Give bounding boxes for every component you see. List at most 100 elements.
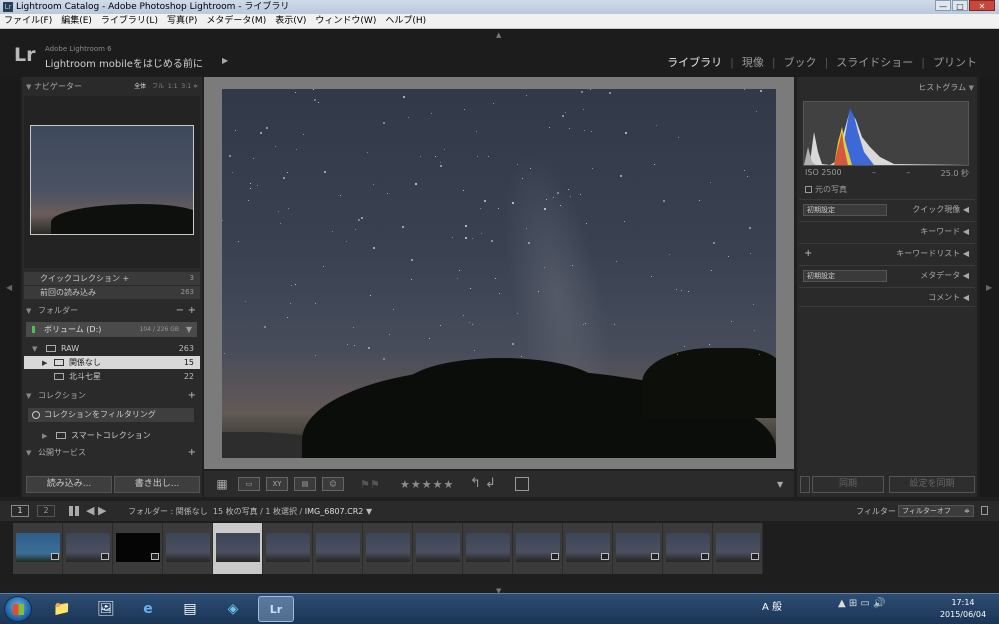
export-button[interactable]: 書き出し... xyxy=(114,476,200,493)
grid-icon[interactable] xyxy=(69,506,79,516)
folder-row-selected[interactable]: ▶ 関係なし 15 xyxy=(24,356,200,369)
rotate-icons[interactable]: ↰ ↲ xyxy=(470,476,496,491)
module-slideshow[interactable]: スライドショー xyxy=(836,54,913,70)
zoom-fill[interactable]: フル xyxy=(152,83,164,90)
menu-help[interactable]: ヘルプ(H) xyxy=(385,14,426,28)
sync-settings-button[interactable]: 設定を同期 xyxy=(889,476,975,493)
folder-row-raw[interactable]: ▼ RAW 263 xyxy=(24,342,200,355)
system-clock[interactable]: 17:14 2015/06/04 xyxy=(932,597,994,621)
zoom-1-1[interactable]: 1:1 xyxy=(168,83,178,90)
toolbar-options-dropdown-icon[interactable]: ▼ xyxy=(777,480,783,489)
menu-metadata[interactable]: メタデータ(M) xyxy=(206,14,266,28)
filmstrip-thumbnail[interactable] xyxy=(513,523,563,574)
filmstrip-thumbnail[interactable] xyxy=(63,523,113,574)
right-panel-edge[interactable]: ▶ xyxy=(980,77,999,497)
right-panel-toggle-icon[interactable]: ▶ xyxy=(986,283,992,292)
filmstrip-thumbnail[interactable] xyxy=(463,523,513,574)
quick-develop-preset-select[interactable]: 初期設定 xyxy=(803,204,887,216)
add-keyword-button[interactable]: + xyxy=(804,244,812,264)
histogram-header[interactable]: ヒストグラム ▼ xyxy=(800,82,974,93)
survey-view-icon[interactable]: ▤ xyxy=(294,477,316,491)
menu-window[interactable]: ウィンドウ(W) xyxy=(315,14,376,28)
filmstrip-thumbnail[interactable] xyxy=(563,523,613,574)
maximize-button[interactable]: □ xyxy=(952,0,968,11)
menu-photo[interactable]: 写真(P) xyxy=(167,14,197,28)
lightroom-icon[interactable]: Lr xyxy=(258,596,294,622)
left-panel-edge[interactable]: ◀ xyxy=(0,77,20,497)
filmstrip-thumbnail[interactable] xyxy=(213,523,263,574)
auto-sync-switch[interactable] xyxy=(800,476,810,493)
add-publish-service-button[interactable]: + xyxy=(188,446,196,460)
filmstrip-thumbnail[interactable] xyxy=(263,523,313,574)
zoom-fit[interactable]: 全体 xyxy=(134,83,146,90)
close-button[interactable]: ✕ xyxy=(969,0,995,11)
filmstrip-thumbnail[interactable] xyxy=(663,523,713,574)
original-photo-checkbox[interactable] xyxy=(805,186,812,193)
module-print[interactable]: プリント xyxy=(933,54,977,70)
nav-icon[interactable]: ◈ xyxy=(215,596,251,622)
minimize-button[interactable]: — xyxy=(935,0,951,11)
filmstrip-thumbnail[interactable] xyxy=(363,523,413,574)
crop-overlay-icon[interactable] xyxy=(515,477,529,491)
menu-file[interactable]: ファイル(F) xyxy=(4,14,52,28)
metadata-preset-select[interactable]: 初期設定 xyxy=(803,270,887,282)
module-library[interactable]: ライブラリ xyxy=(667,54,722,70)
compare-view-icon[interactable]: XY xyxy=(266,477,288,491)
filmstrip-thumbnail[interactable] xyxy=(613,523,663,574)
loupe-photo[interactable] xyxy=(222,89,776,458)
filmstrip-thumbnail[interactable] xyxy=(13,523,63,574)
secondary-monitor-button[interactable]: 2 xyxy=(37,505,55,517)
filmstrip-thumbnail[interactable] xyxy=(713,523,763,574)
import-button[interactable]: 読み込み... xyxy=(26,476,112,493)
volume-row[interactable]: ボリューム (D:) 104 / 226 GB ▼ xyxy=(26,322,197,337)
original-photo-toggle[interactable]: 元の写真 xyxy=(805,184,847,195)
zoom-3-1[interactable]: 3:1 xyxy=(181,83,191,90)
keywording-row[interactable]: キーワード ◀ xyxy=(799,221,975,241)
back-forward-arrows-icon[interactable]: ◀ ▶ xyxy=(86,504,106,517)
add-folder-button[interactable]: + xyxy=(188,304,196,318)
filmstrip-thumbnail[interactable] xyxy=(113,523,163,574)
menu-view[interactable]: 表示(V) xyxy=(275,14,306,28)
ime-indicator[interactable]: A 般 xyxy=(762,598,782,613)
menu-library[interactable]: ライブラリ(L) xyxy=(101,14,158,28)
smart-collection-row[interactable]: ▶ スマートコレクション xyxy=(24,429,200,442)
keyword-list-row[interactable]: + キーワードリスト ◀ xyxy=(799,243,975,263)
add-collection-button[interactable]: + xyxy=(188,389,196,403)
star-rating[interactable]: ★★★★★ xyxy=(400,478,454,491)
filmstrip-thumbnail[interactable] xyxy=(313,523,363,574)
filter-lock-icon[interactable] xyxy=(981,506,988,515)
filmstrip-thumbnail[interactable] xyxy=(413,523,463,574)
volume-dropdown-icon[interactable]: ▼ xyxy=(186,322,192,337)
folders-header[interactable]: ▼ フォルダー − + xyxy=(24,304,200,318)
expand-triangle-icon[interactable]: ▶ xyxy=(42,432,47,440)
play-triangle-icon[interactable]: ▶ xyxy=(222,56,228,65)
collection-filter-input[interactable]: コレクションをフィルタリング xyxy=(28,408,194,422)
filmstrip-source[interactable]: フォルダー : 関係なし 15 枚の写真 / 1 枚選択 / IMG_6807.… xyxy=(128,506,372,517)
sync-button[interactable]: 同期 xyxy=(812,476,884,493)
comments-row[interactable]: コメント ◀ xyxy=(799,287,975,307)
ie-icon[interactable]: e xyxy=(130,596,166,622)
people-view-icon[interactable]: ☺ xyxy=(322,477,344,491)
catalog-quick-collection[interactable]: クイックコレクション + 3 xyxy=(24,272,200,285)
folder-row-big-dipper[interactable]: 北斗七星 22 xyxy=(24,370,200,383)
module-book[interactable]: ブック xyxy=(784,54,817,70)
grid-view-icon[interactable]: ▦ xyxy=(211,477,233,491)
lightroom-mobile-link[interactable]: Lightroom mobileをはじめる前に xyxy=(45,55,203,70)
catalog-previous-import[interactable]: 前回の読み込み 263 xyxy=(24,286,200,299)
navigator-preview-image[interactable] xyxy=(30,125,194,235)
module-develop[interactable]: 現像 xyxy=(742,54,764,70)
tray-icons[interactable]: ▲ ⊞ ▭ 🔊 xyxy=(838,598,886,609)
left-panel-toggle-icon[interactable]: ◀ xyxy=(6,283,12,292)
expand-triangle-icon[interactable]: ▶ xyxy=(42,359,47,367)
publish-services-header[interactable]: ▼ 公開サービス + xyxy=(24,446,200,460)
loupe-view-icon[interactable]: ▭ xyxy=(238,477,260,491)
metadata-row[interactable]: 初期設定 メタデータ ◀ xyxy=(799,265,975,285)
navigator-header[interactable]: ▼ ナビゲーター 全体 フル 1:1 3:1 ≑ xyxy=(26,80,198,94)
expand-triangle-icon[interactable]: ▼ xyxy=(32,345,37,353)
menu-edit[interactable]: 編集(E) xyxy=(61,14,92,28)
news-icon[interactable]: ▤ xyxy=(172,596,208,622)
quick-develop-row[interactable]: 初期設定 クイック現像 ◀ xyxy=(799,199,975,219)
start-button[interactable] xyxy=(4,596,32,622)
flag-icons[interactable]: ⚑⚑ xyxy=(360,478,380,491)
primary-monitor-button[interactable]: 1 xyxy=(11,505,29,517)
